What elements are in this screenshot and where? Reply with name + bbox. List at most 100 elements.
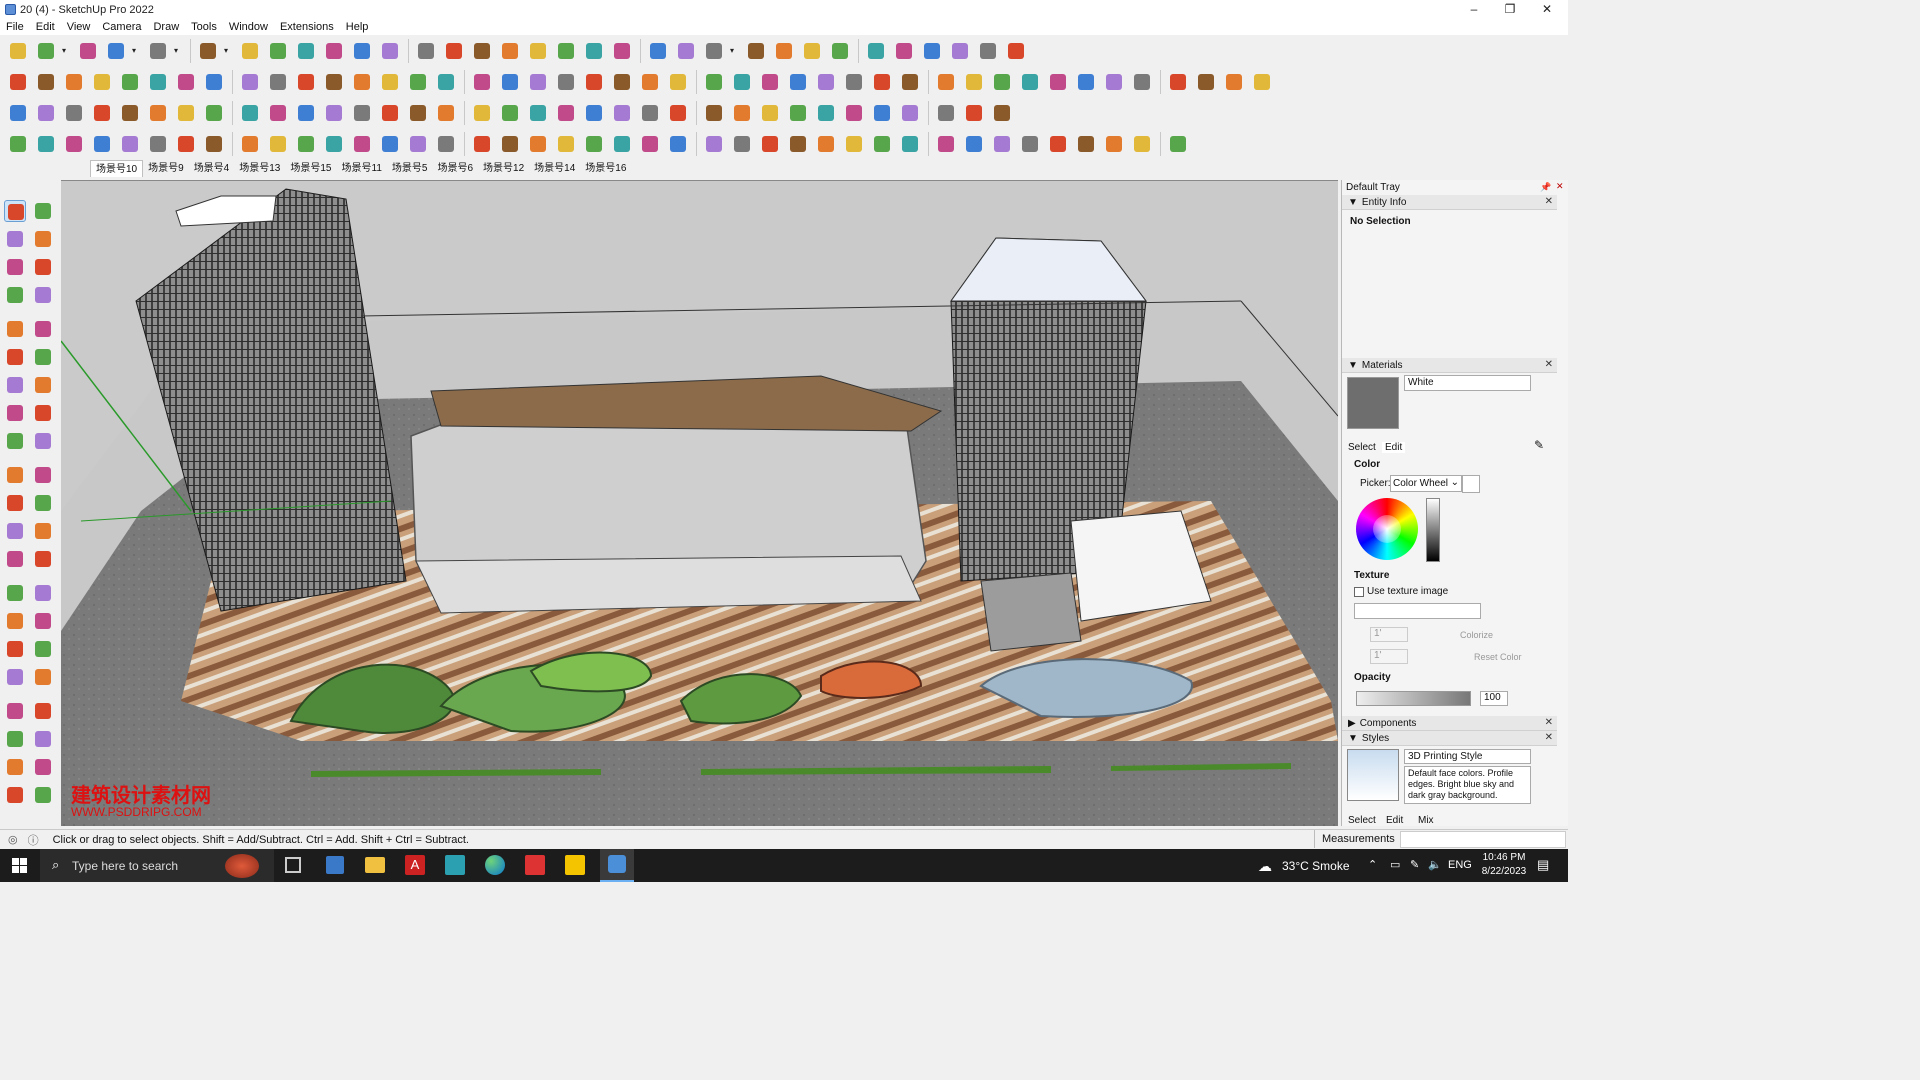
fence2-icon[interactable] [934,132,958,156]
close-icon[interactable]: ✕ [1545,359,1553,370]
weather-icon[interactable]: ☁ [1258,858,1272,875]
dome-icon[interactable] [526,132,550,156]
weather-text[interactable]: 33°C Smoke [1282,859,1350,873]
arc2-icon[interactable] [32,374,54,396]
eyedropper-icon[interactable]: ✎ [1534,438,1544,452]
fan3-icon[interactable] [814,132,838,156]
comb-icon[interactable] [730,132,754,156]
stamp-icon[interactable] [118,70,142,94]
plus-red-icon[interactable] [350,101,374,125]
move-icon[interactable] [4,430,26,452]
grid-icon[interactable] [1102,70,1126,94]
layout-icon[interactable] [4,784,26,806]
menu-tools[interactable]: Tools [185,21,223,33]
stack-icon[interactable] [146,101,170,125]
minimize-button[interactable]: – [1456,0,1492,19]
bend-icon[interactable] [238,132,262,156]
line-icon[interactable] [322,132,346,156]
spiral-icon[interactable] [990,70,1014,94]
fence-icon[interactable] [898,132,922,156]
arc3-icon[interactable] [32,402,54,424]
followme-icon[interactable] [32,464,54,486]
pushpull-icon[interactable] [238,39,262,63]
move-icon[interactable] [294,39,318,63]
acrobat-icon[interactable] [525,855,545,875]
ruler-icon[interactable] [1018,70,1042,94]
leaf-icon[interactable] [666,70,690,94]
brightness-slider[interactable] [1426,498,1440,562]
menu-edit[interactable]: Edit [30,21,61,33]
taskbar-search[interactable]: ⌕ Type here to search [40,849,274,882]
pan-icon[interactable] [498,39,522,63]
cross-icon[interactable] [406,101,430,125]
join-icon[interactable] [294,101,318,125]
close-button[interactable]: ✕ [1529,0,1565,19]
circle-icon[interactable] [758,70,782,94]
rotated-rect-icon[interactable] [32,318,54,340]
plus-green-icon[interactable] [378,101,402,125]
plane-icon[interactable] [1222,70,1246,94]
rings-icon[interactable] [118,132,142,156]
plank5-icon[interactable] [702,132,726,156]
gear-icon[interactable] [674,39,698,63]
text-icon[interactable] [32,548,54,570]
frame-icon[interactable] [202,101,226,125]
notifications-icon[interactable]: ▤ [1537,857,1549,873]
face2-icon[interactable] [378,70,402,94]
rectangle-icon[interactable] [4,318,26,340]
house3-icon[interactable] [554,70,578,94]
triangle-icon[interactable] [470,101,494,125]
surface-icon[interactable] [434,70,458,94]
geolocation-icon[interactable]: ◎ [8,833,18,846]
scene-tab[interactable]: 场景号14 [529,160,580,177]
position-camera-icon[interactable] [4,700,26,722]
select-icon[interactable] [34,39,58,63]
parallelogram-icon[interactable] [842,70,866,94]
dropdown-icon[interactable]: ▾ [62,39,72,63]
arrows-icon[interactable] [828,39,852,63]
arc-icon[interactable] [4,374,26,396]
user-icon[interactable] [702,39,726,63]
layer-blue2-icon[interactable] [34,101,58,125]
fence3-icon[interactable] [1018,132,1042,156]
colorize-label[interactable]: Colorize [1460,630,1493,640]
scene-tab[interactable]: 场景号5 [387,160,433,177]
hexagon-icon[interactable] [786,70,810,94]
dropdown-icon[interactable]: ▾ [224,39,234,63]
house2-icon[interactable] [526,70,550,94]
bars2-icon[interactable] [470,132,494,156]
cube-white-icon[interactable] [34,70,58,94]
text-icon[interactable] [414,39,438,63]
zoom-icon[interactable] [526,39,550,63]
stair2-icon[interactable] [870,132,894,156]
tape2-icon[interactable] [4,520,26,542]
pin-icon[interactable]: 📌 [1540,182,1551,193]
wave-icon[interactable] [1102,132,1126,156]
components-header[interactable]: ▶ Components ✕ [1342,716,1557,731]
volume-icon[interactable]: 🔈 [1428,858,1442,871]
wall-icon[interactable] [814,101,838,125]
orbit2-icon[interactable] [4,610,26,632]
freehand-icon[interactable] [32,284,54,306]
color-preview[interactable] [1462,475,1480,493]
plane2-icon[interactable] [1250,70,1274,94]
lathe-icon[interactable] [406,132,430,156]
ring4-icon[interactable] [554,101,578,125]
eraser-icon[interactable] [32,228,54,250]
ellipse-icon[interactable] [814,70,838,94]
file-explorer-icon[interactable] [365,857,385,873]
texture-path-input[interactable] [1354,603,1481,619]
use-texture-checkbox[interactable] [1354,587,1364,597]
styles-tab-select[interactable]: Select [1348,815,1376,826]
zoom-icon[interactable] [4,638,26,660]
scene-icon[interactable] [1004,39,1028,63]
measurements-input[interactable] [1400,831,1566,848]
grid6-icon[interactable] [990,132,1014,156]
dropdown-icon[interactable]: ▾ [174,39,184,63]
menu-file[interactable]: File [0,21,30,33]
tab-edit[interactable]: Edit [1382,442,1406,453]
task-view-icon[interactable] [285,857,301,873]
dots-icon[interactable] [934,101,958,125]
dimension-icon[interactable] [32,520,54,542]
close-icon[interactable]: ✕ [1545,732,1553,743]
